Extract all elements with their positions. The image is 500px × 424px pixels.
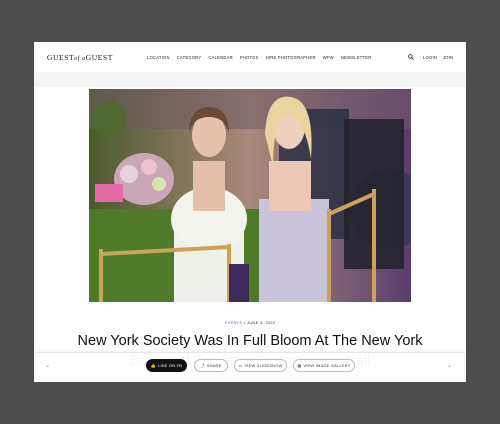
article-page: GUESTof aGUEST LOCATION CATEGORY CALENDA…	[34, 42, 466, 382]
chevron-down-icon[interactable]: ⌄	[447, 362, 452, 369]
nav-hire-photographer[interactable]: HIRE PHOTOGRAPHER	[266, 55, 316, 60]
like-on-fb-button[interactable]: 👍 LIKE ON FB	[146, 359, 187, 372]
top-navigation: GUESTof aGUEST LOCATION CATEGORY CALENDA…	[34, 42, 466, 73]
nav-newsletter[interactable]: NEWSLETTER	[341, 55, 372, 60]
sub-header-bar	[34, 72, 466, 87]
slideshow-label: VIEW SLIDESHOW	[244, 363, 283, 368]
article-meta: EVENTS • JUNE 3, 2022	[34, 320, 466, 325]
gallery-icon: ▦	[297, 363, 302, 368]
nav-category[interactable]: CATEGORY	[177, 55, 202, 60]
category-link[interactable]: EVENTS	[225, 320, 243, 325]
share-button[interactable]: ⤴ SHARE	[194, 359, 228, 372]
share-label: SHARE	[206, 363, 222, 368]
nav-calendar[interactable]: CALENDAR	[208, 55, 232, 60]
gallery-label: VIEW IMAGE GALLERY	[303, 363, 351, 368]
login-link[interactable]: LOGIN	[423, 55, 437, 60]
view-image-gallery-button[interactable]: ▦ VIEW IMAGE GALLERY	[293, 359, 355, 372]
search-icon[interactable]	[408, 54, 414, 60]
logo-text-of: of a	[74, 56, 86, 62]
nav-wfw[interactable]: WFW	[323, 55, 334, 60]
logo-text-left: GUEST	[47, 53, 75, 62]
join-link[interactable]: JOIN	[443, 55, 453, 60]
meta-separator: •	[243, 320, 246, 325]
bottom-action-bar: ⌄ 👍 LIKE ON FB ⤴ SHARE ▭ VIEW SLIDESHOW …	[36, 352, 464, 379]
nav-photos[interactable]: PHOTOS	[240, 55, 259, 60]
nav-location[interactable]: LOCATION	[147, 55, 170, 60]
like-label: LIKE ON FB	[158, 363, 183, 368]
view-slideshow-button[interactable]: ▭ VIEW SLIDESHOW	[234, 359, 287, 372]
share-icon: ⤴	[200, 362, 205, 368]
event-photo-illustration	[89, 89, 411, 302]
logo-text-right: GUEST	[85, 53, 113, 62]
thumbs-up-icon: 👍	[150, 363, 157, 368]
chevron-down-icon[interactable]: ⌄	[45, 362, 50, 369]
featured-photo[interactable]	[89, 89, 411, 302]
main-nav: LOCATION CATEGORY CALENDAR PHOTOS HIRE P…	[147, 55, 371, 60]
site-logo[interactable]: GUESTof aGUEST	[47, 53, 113, 62]
slideshow-icon: ▭	[238, 363, 243, 368]
article-date: JUNE 3, 2022	[246, 320, 276, 325]
